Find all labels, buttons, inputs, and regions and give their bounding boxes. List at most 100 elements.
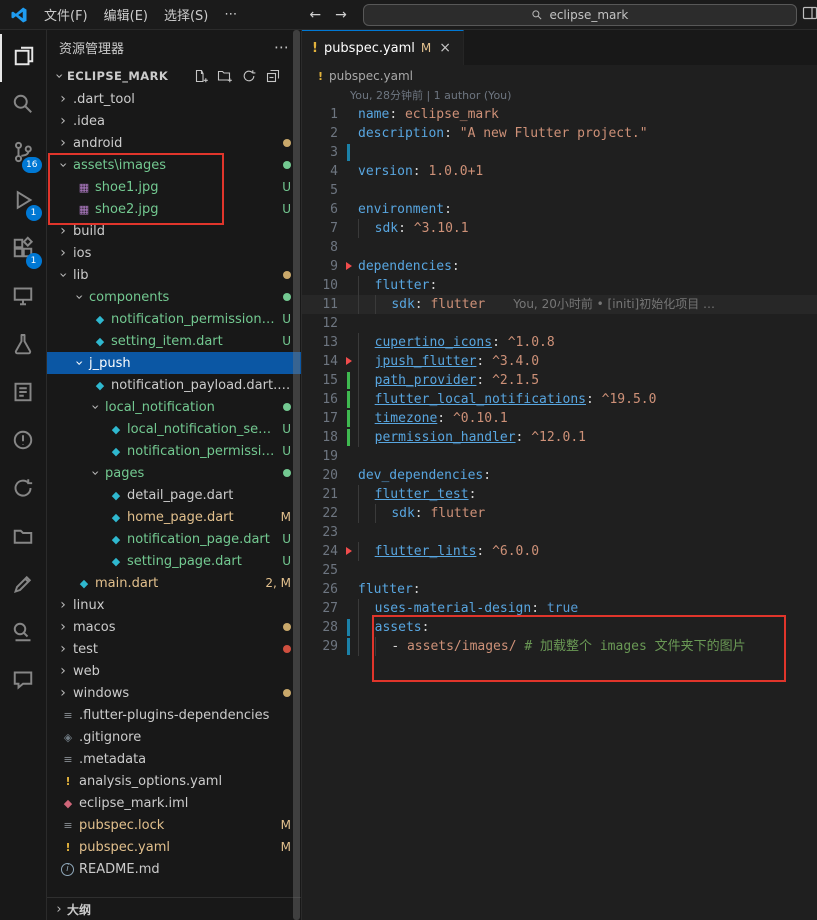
tree-item-analysis-options-yaml[interactable]: ! analysis_options.yaml — [47, 770, 301, 792]
tree-item-notification-permission-item[interactable]: ◆ notification_permission_item… U — [47, 308, 301, 330]
code-line-12[interactable]: 12 — [302, 314, 817, 333]
tree-item-pages[interactable]: › pages — [47, 462, 301, 484]
tree-item-j-push[interactable]: › j_push — [47, 352, 301, 374]
code-line-3[interactable]: 3 — [302, 143, 817, 162]
tree-item-detail-page-dart[interactable]: ◆ detail_page.dart — [47, 484, 301, 506]
tree-item-windows[interactable]: › windows — [47, 682, 301, 704]
activity-run-debug[interactable]: 1 — [0, 178, 47, 226]
activity-comments[interactable] — [0, 658, 47, 706]
code-line-13[interactable]: 13 cupertino_icons: ^1.0.8 — [302, 333, 817, 352]
code-line-28[interactable]: 28 assets: — [302, 618, 817, 637]
tree-item-readme-md[interactable]: i README.md — [47, 858, 301, 880]
tree-item-lib[interactable]: › lib — [47, 264, 301, 286]
activity-remote-explorer[interactable] — [0, 274, 47, 322]
tree-item-home-page-dart[interactable]: ◆ home_page.dart M — [47, 506, 301, 528]
forward-arrow-icon[interactable]: → — [335, 7, 347, 23]
activity-project-manager[interactable] — [0, 514, 47, 562]
layout-toggle-icon[interactable] — [801, 5, 817, 25]
refresh-icon[interactable] — [241, 68, 257, 84]
tree-item-idea[interactable]: › .idea — [47, 110, 301, 132]
tree-item-dart-tool[interactable]: › .dart_tool — [47, 88, 301, 110]
tree-item-pubspec-yaml[interactable]: ! pubspec.yaml M — [47, 836, 301, 858]
menu-file[interactable]: 文件(F) — [36, 2, 96, 27]
project-section-header[interactable]: › ECLIPSE_MARK — [47, 64, 301, 88]
code-line-5[interactable]: 5 — [302, 181, 817, 200]
code-line-20[interactable]: 20 dev_dependencies: — [302, 466, 817, 485]
code-line-21[interactable]: 21 flutter_test: — [302, 485, 817, 504]
tree-item-android[interactable]: › android — [47, 132, 301, 154]
tree-item-build[interactable]: › build — [47, 220, 301, 242]
tree-item-setting-item-dart[interactable]: ◆ setting_item.dart U — [47, 330, 301, 352]
tree-item-local-notification[interactable]: › local_notification — [47, 396, 301, 418]
activity-extensions[interactable]: 1 — [0, 226, 47, 274]
code-line-29[interactable]: 29 - assets/images/ # 加载整个 images 文件夹下的图… — [302, 637, 817, 656]
tree-item-components[interactable]: › components — [47, 286, 301, 308]
code-line-4[interactable]: 4 version: 1.0.0+1 — [302, 162, 817, 181]
code-line-18[interactable]: 18 permission_handler: ^12.0.1 — [302, 428, 817, 447]
activity-source-control[interactable]: 16 — [0, 130, 47, 178]
activity-search[interactable] — [0, 82, 47, 130]
sidebar-more-actions-icon[interactable]: ⋯ — [274, 38, 289, 56]
activity-testing[interactable] — [0, 322, 47, 370]
new-folder-icon[interactable] — [217, 68, 233, 84]
line-number: 15 — [322, 373, 338, 388]
code-line-9[interactable]: 9 dependencies: — [302, 257, 817, 276]
code-line-27[interactable]: 27 uses-material-design: true — [302, 599, 817, 618]
code-line-26[interactable]: 26 flutter: — [302, 580, 817, 599]
activity-notebook[interactable] — [0, 370, 47, 418]
activity-snippets[interactable] — [0, 562, 47, 610]
code-line-10[interactable]: 10 flutter: — [302, 276, 817, 295]
activity-search-editor[interactable] — [0, 610, 47, 658]
tab-pubspec-yaml[interactable]: ! pubspec.yaml M × — [302, 30, 465, 65]
collapse-all-icon[interactable] — [265, 68, 281, 84]
menu-more[interactable]: ⋯ — [216, 4, 245, 25]
code-line-2[interactable]: 2 description: "A new Flutter project." — [302, 124, 817, 143]
back-arrow-icon[interactable]: ← — [309, 7, 321, 23]
code-line-7[interactable]: 7 sdk: ^3.10.1 — [302, 219, 817, 238]
tree-item-metadata[interactable]: ≡ .metadata — [47, 748, 301, 770]
activity-explorer[interactable] — [0, 34, 47, 82]
tree-item-notification-payload-dart-dart[interactable]: ◆ notification_payload.dart.dart — [47, 374, 301, 396]
activity-java-project[interactable] — [0, 418, 47, 466]
code-editor[interactable]: You, 28分钟前 | 1 author (You) 1 name: eclip… — [302, 87, 817, 920]
tree-item-gitignore[interactable]: ◈ .gitignore — [47, 726, 301, 748]
tree-item-pubspec-lock[interactable]: ≡ pubspec.lock M — [47, 814, 301, 836]
tree-item-web[interactable]: › web — [47, 660, 301, 682]
code-line-11[interactable]: 11 sdk: flutter You, 20小时前 • [initi]初始化项目… — [302, 295, 817, 314]
tree-item-notification-page-dart[interactable]: ◆ notification_page.dart U — [47, 528, 301, 550]
code-line-19[interactable]: 19 — [302, 447, 817, 466]
code-line-22[interactable]: 22 sdk: flutter — [302, 504, 817, 523]
tree-item-macos[interactable]: › macos — [47, 616, 301, 638]
tree-item-ios[interactable]: › ios — [47, 242, 301, 264]
tree-item-shoe2-jpg[interactable]: ▦ shoe2.jpg U — [47, 198, 301, 220]
code-line-15[interactable]: 15 path_provider: ^2.1.5 — [302, 371, 817, 390]
code-line-14[interactable]: 14 jpush_flutter: ^3.4.0 — [302, 352, 817, 371]
tree-item-shoe1-jpg[interactable]: ▦ shoe1.jpg U — [47, 176, 301, 198]
tree-item-test[interactable]: › test — [47, 638, 301, 660]
code-line-6[interactable]: 6 environment: — [302, 200, 817, 219]
outline-section[interactable]: › 大纲 — [47, 897, 301, 920]
menu-selection[interactable]: 选择(S) — [156, 2, 216, 27]
tree-item-assets-images[interactable]: › assets\images — [47, 154, 301, 176]
sidebar-scrollbar[interactable] — [293, 30, 300, 920]
code-line-1[interactable]: 1 name: eclipse_mark — [302, 105, 817, 124]
new-file-icon[interactable] — [193, 68, 209, 84]
breadcrumb[interactable]: ! pubspec.yaml — [302, 65, 817, 87]
tree-item-flutter-plugins-dependencies[interactable]: ≡ .flutter-plugins-dependencies — [47, 704, 301, 726]
code-line-24[interactable]: 24 flutter_lints: ^6.0.0 — [302, 542, 817, 561]
close-icon[interactable]: × — [437, 40, 453, 56]
menu-edit[interactable]: 编辑(E) — [96, 2, 156, 27]
code-line-17[interactable]: 17 timezone: ^0.10.1 — [302, 409, 817, 428]
tree-item-local-notification-service-dart[interactable]: ◆ local_notification_service.dart U — [47, 418, 301, 440]
tree-item-notification-permission-util[interactable]: ◆ notification_permission_util.… U — [47, 440, 301, 462]
tree-item-setting-page-dart[interactable]: ◆ setting_page.dart U — [47, 550, 301, 572]
code-line-16[interactable]: 16 flutter_local_notifications: ^19.5.0 — [302, 390, 817, 409]
tree-item-linux[interactable]: › linux — [47, 594, 301, 616]
code-line-8[interactable]: 8 — [302, 238, 817, 257]
code-line-23[interactable]: 23 — [302, 523, 817, 542]
tree-item-eclipse-mark-iml[interactable]: ◆ eclipse_mark.iml — [47, 792, 301, 814]
tree-item-main-dart[interactable]: ◆ main.dart 2, M — [47, 572, 301, 594]
command-center-search[interactable]: eclipse_mark — [362, 3, 797, 26]
activity-sync[interactable] — [0, 466, 47, 514]
code-line-25[interactable]: 25 — [302, 561, 817, 580]
